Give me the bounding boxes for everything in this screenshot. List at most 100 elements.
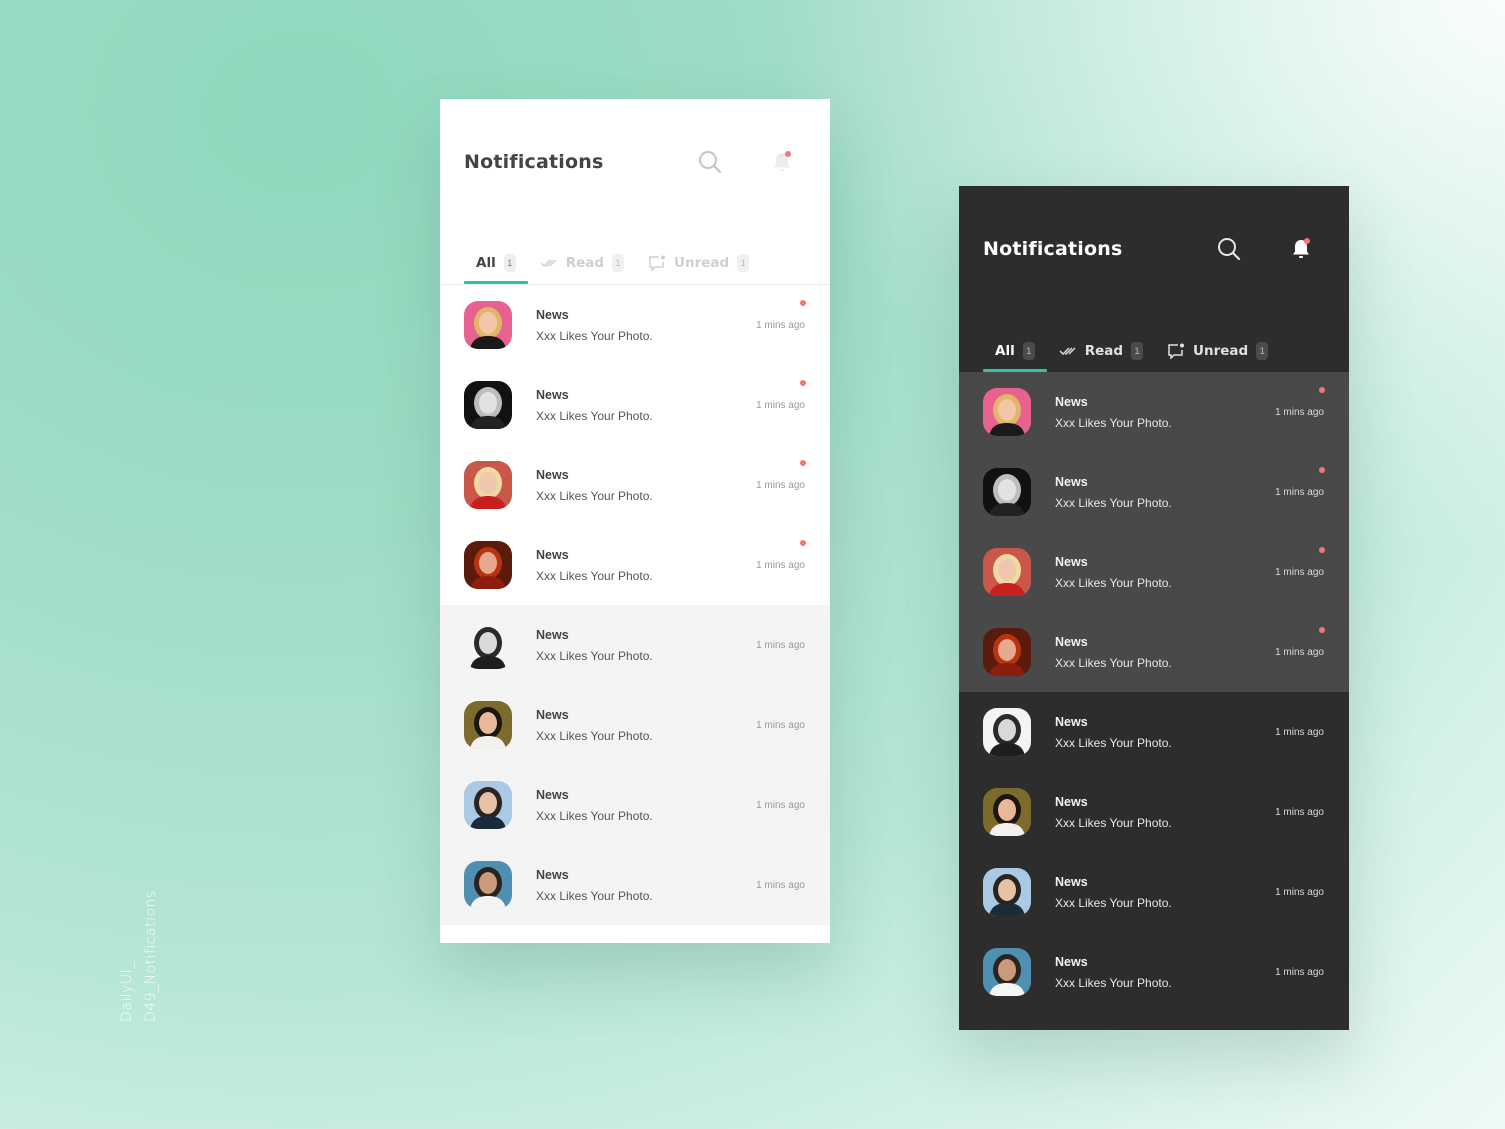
unread-dot-icon — [800, 300, 806, 306]
avatar — [983, 548, 1031, 596]
tab-count-badge: 1 — [1256, 342, 1269, 360]
tab-read[interactable]: Read 1 — [528, 242, 636, 284]
notification-item[interactable]: News Xxx Likes Your Photo. 1 mins ago — [440, 445, 830, 525]
caption-line-2: D49_Notifications — [143, 890, 159, 1022]
notification-time: 1 mins ago — [756, 400, 805, 411]
page-title: Notifications — [464, 151, 604, 173]
notification-item[interactable]: News Xxx Likes Your Photo. 1 mins ago — [440, 685, 830, 765]
notification-title: News — [1055, 395, 1088, 409]
notification-title: News — [1055, 875, 1088, 889]
tab-label: All — [995, 343, 1015, 359]
unread-dot-icon — [1319, 467, 1325, 473]
notification-item[interactable]: News Xxx Likes Your Photo. 1 mins ago — [440, 845, 830, 925]
notification-title: News — [536, 548, 569, 562]
notification-item[interactable]: News Xxx Likes Your Photo. 1 mins ago — [440, 525, 830, 605]
notification-title: News — [1055, 555, 1088, 569]
chat-dot-icon — [1168, 343, 1185, 359]
avatar — [983, 948, 1031, 996]
avatar — [983, 788, 1031, 836]
avatar — [464, 621, 512, 669]
notification-time: 1 mins ago — [1275, 727, 1324, 738]
notification-message: Xxx Likes Your Photo. — [536, 329, 653, 343]
avatar — [464, 461, 512, 509]
avatar — [983, 388, 1031, 436]
notification-message: Xxx Likes Your Photo. — [1055, 816, 1172, 830]
notification-time: 1 mins ago — [1275, 807, 1324, 818]
notification-message: Xxx Likes Your Photo. — [1055, 656, 1172, 670]
notification-time: 1 mins ago — [756, 320, 805, 331]
notification-item[interactable]: News Xxx Likes Your Photo. 1 mins ago — [440, 365, 830, 445]
notification-list: News Xxx Likes Your Photo. 1 mins ago Ne… — [959, 372, 1349, 1012]
notification-message: Xxx Likes Your Photo. — [536, 489, 653, 503]
notification-item[interactable]: News Xxx Likes Your Photo. 1 mins ago — [959, 852, 1349, 932]
avatar — [983, 468, 1031, 516]
notifications-bell-button[interactable] — [769, 149, 795, 175]
bell-unread-dot — [785, 151, 791, 157]
tab-label: Read — [1084, 343, 1124, 359]
avatar — [983, 868, 1031, 916]
panel-header: Notifications — [440, 99, 830, 229]
notification-item[interactable]: News Xxx Likes Your Photo. 1 mins ago — [959, 772, 1349, 852]
notification-time: 1 mins ago — [756, 800, 805, 811]
notification-message: Xxx Likes Your Photo. — [1055, 736, 1172, 750]
double-check-icon — [1059, 347, 1076, 355]
notification-title: News — [1055, 795, 1088, 809]
notification-item[interactable]: News Xxx Likes Your Photo. 1 mins ago — [959, 452, 1349, 532]
tab-count-badge: 1 — [1022, 342, 1035, 360]
notification-message: Xxx Likes Your Photo. — [536, 729, 653, 743]
design-caption: DailyUI_ D49_Notifications — [115, 890, 163, 1022]
unread-dot-icon — [1319, 627, 1325, 633]
search-button[interactable] — [697, 149, 723, 175]
notification-message: Xxx Likes Your Photo. — [1055, 416, 1172, 430]
notification-item[interactable]: News Xxx Likes Your Photo. 1 mins ago — [440, 285, 830, 365]
tab-unread[interactable]: Unread 1 — [636, 242, 761, 284]
notification-message: Xxx Likes Your Photo. — [536, 889, 653, 903]
unread-dot-icon — [800, 460, 806, 466]
avatar — [464, 381, 512, 429]
notification-time: 1 mins ago — [756, 560, 805, 571]
notifications-bell-button[interactable] — [1288, 236, 1314, 262]
notification-message: Xxx Likes Your Photo. — [536, 809, 653, 823]
notification-message: Xxx Likes Your Photo. — [536, 649, 653, 663]
notification-item[interactable]: News Xxx Likes Your Photo. 1 mins ago — [959, 932, 1349, 1012]
filter-tabs: All 1 Read 1 Unread 1 — [959, 316, 1349, 372]
avatar — [983, 628, 1031, 676]
tab-unread[interactable]: Unread 1 — [1155, 330, 1280, 372]
notification-time: 1 mins ago — [1275, 967, 1324, 978]
notification-item[interactable]: News Xxx Likes Your Photo. 1 mins ago — [959, 692, 1349, 772]
search-button[interactable] — [1216, 236, 1242, 262]
tab-count-badge: 1 — [503, 254, 516, 272]
avatar — [983, 708, 1031, 756]
notification-time: 1 mins ago — [756, 720, 805, 731]
notification-item[interactable]: News Xxx Likes Your Photo. 1 mins ago — [959, 532, 1349, 612]
notification-item[interactable]: News Xxx Likes Your Photo. 1 mins ago — [440, 765, 830, 845]
notification-time: 1 mins ago — [1275, 887, 1324, 898]
tab-count-badge: 1 — [1131, 342, 1144, 360]
tab-all[interactable]: All 1 — [464, 242, 528, 284]
tab-label: All — [476, 255, 496, 271]
search-icon — [1218, 238, 1241, 261]
notification-item[interactable]: News Xxx Likes Your Photo. 1 mins ago — [959, 372, 1349, 452]
notification-time: 1 mins ago — [1275, 567, 1324, 578]
tab-count-badge: 1 — [737, 254, 750, 272]
notifications-panel-light: Notifications All 1 Read 1 Unread 1 News… — [440, 99, 830, 943]
notification-message: Xxx Likes Your Photo. — [536, 409, 653, 423]
notification-title: News — [1055, 475, 1088, 489]
avatar — [464, 301, 512, 349]
notification-title: News — [1055, 715, 1088, 729]
notification-item[interactable]: News Xxx Likes Your Photo. 1 mins ago — [440, 605, 830, 685]
double-check-icon — [540, 259, 557, 267]
avatar — [464, 781, 512, 829]
notification-title: News — [1055, 955, 1088, 969]
notification-message: Xxx Likes Your Photo. — [1055, 496, 1172, 510]
tab-label: Read — [565, 255, 605, 271]
notification-title: News — [536, 708, 569, 722]
caption-line-1: DailyUI_ — [119, 961, 135, 1022]
tab-count-badge: 1 — [612, 254, 625, 272]
notification-title: News — [536, 468, 569, 482]
notification-title: News — [536, 388, 569, 402]
notification-time: 1 mins ago — [1275, 487, 1324, 498]
tab-all[interactable]: All 1 — [983, 330, 1047, 372]
tab-read[interactable]: Read 1 — [1047, 330, 1155, 372]
notification-item[interactable]: News Xxx Likes Your Photo. 1 mins ago — [959, 612, 1349, 692]
